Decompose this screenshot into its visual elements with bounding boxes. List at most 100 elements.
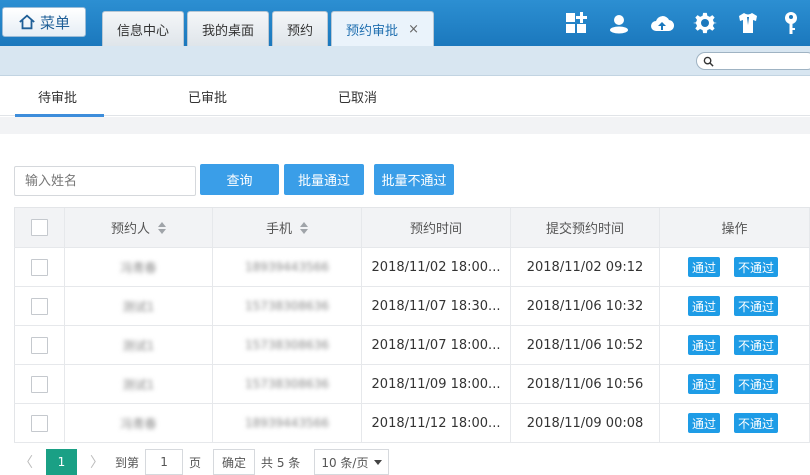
appointment-time: 2018/11/02 18:00... <box>362 248 511 286</box>
header-booker[interactable]: 预约人 <box>65 208 213 247</box>
phone-cell: 18939443566 <box>213 404 362 442</box>
pagination: 〈 1 〉 到第 1 页 确定 共 5 条 10 条/页 <box>14 449 390 475</box>
header-phone[interactable]: 手机 <box>213 208 362 247</box>
page-number-input[interactable]: 1 <box>145 449 184 475</box>
table-row: 冯青春 18939443566 2018/11/12 18:00... 2018… <box>14 404 810 443</box>
pass-button[interactable]: 通过 <box>688 374 721 394</box>
reject-button[interactable]: 不通过 <box>734 374 779 394</box>
actions-cell: 通过 不通过 <box>660 248 810 286</box>
phone-cell: 15738308636 <box>213 365 362 403</box>
menu-button[interactable]: 菜单 <box>2 7 86 37</box>
close-icon[interactable]: × <box>408 22 419 37</box>
page-size-select[interactable]: 10 条/页 <box>314 449 390 475</box>
actions-cell: 通过 不通过 <box>660 365 810 403</box>
next-page-icon[interactable]: 〉 <box>85 452 109 472</box>
batch-pass-button[interactable]: 批量通过 <box>284 164 364 195</box>
tab-appointment-approval[interactable]: 预约审批 × <box>331 11 434 46</box>
header-label: 手机 <box>265 222 292 237</box>
row-checkbox[interactable] <box>31 375 48 393</box>
header-label: 预约人 <box>110 222 150 237</box>
tool-icons <box>563 10 810 36</box>
global-search-input[interactable] <box>696 52 810 70</box>
phone-number: 15738308636 <box>245 299 329 313</box>
query-button[interactable]: 查询 <box>200 164 279 195</box>
page-unit-label: 页 <box>189 455 202 470</box>
table-row: 测试1 15738308636 2018/11/09 18:00... 2018… <box>14 365 810 404</box>
secondary-toolbar <box>0 46 810 76</box>
booker-name: 测试1 <box>122 338 155 353</box>
key-icon[interactable] <box>778 10 804 36</box>
tab-info-center[interactable]: 信息中心 <box>102 11 185 46</box>
tab-approved[interactable]: 已审批 <box>150 76 300 116</box>
tab-label: 预约审批 <box>346 23 399 39</box>
tab-cancelled[interactable]: 已取消 <box>300 76 450 116</box>
shirt-icon[interactable] <box>735 10 761 36</box>
tab-my-desktop[interactable]: 我的桌面 <box>187 11 270 46</box>
pass-button[interactable]: 通过 <box>688 413 721 433</box>
booker-name: 测试1 <box>122 299 155 314</box>
phone-number: 18939443566 <box>245 416 329 430</box>
approval-table: 预约人 手机 预约时间 提交预约时间 操作 冯青春 18939443566 20… <box>14 207 810 443</box>
actions-cell: 通过 不通过 <box>660 287 810 325</box>
user-icon[interactable] <box>606 10 632 36</box>
status-tabs: 待审批 已审批 已取消 <box>0 76 810 117</box>
phone-number: 15738308636 <box>245 377 329 391</box>
batch-reject-button[interactable]: 批量不通过 <box>374 164 454 195</box>
top-tabs: 信息中心 我的桌面 预约 预约审批 × <box>102 11 434 46</box>
tab-appointment[interactable]: 预约 <box>272 11 329 46</box>
total-count: 共 5 条 <box>261 455 301 470</box>
actions-cell: 通过 不通过 <box>660 404 810 442</box>
pass-button[interactable]: 通过 <box>688 257 721 277</box>
reject-button[interactable]: 不通过 <box>734 413 779 433</box>
table-row: 测试1 15738308636 2018/11/07 18:30... 2018… <box>14 287 810 326</box>
appointment-time: 2018/11/12 18:00... <box>362 404 511 442</box>
select-all-checkbox[interactable] <box>31 219 48 236</box>
tab-label: 待审批 <box>38 90 78 106</box>
row-checkbox[interactable] <box>31 297 48 315</box>
row-checkbox[interactable] <box>31 258 48 276</box>
cloud-upload-icon[interactable] <box>649 10 675 36</box>
name-search-input[interactable] <box>14 166 196 196</box>
reject-button[interactable]: 不通过 <box>734 296 779 316</box>
pass-button[interactable]: 通过 <box>688 296 721 316</box>
appointment-time: 2018/11/07 18:00... <box>362 326 511 364</box>
goto-confirm-button[interactable]: 确定 <box>213 449 256 475</box>
appointment-time: 2018/11/09 18:00... <box>362 365 511 403</box>
header-label: 提交预约时间 <box>545 222 624 237</box>
row-select-cell <box>14 404 65 442</box>
header-label: 预约时间 <box>409 222 462 237</box>
app-grid-icon[interactable] <box>563 10 589 36</box>
sort-icon[interactable] <box>300 221 308 234</box>
booker-cell: 测试1 <box>65 326 213 364</box>
chevron-down-icon <box>374 459 383 465</box>
table-row: 冯青春 18939443566 2018/11/02 18:00... 2018… <box>14 248 810 287</box>
prev-page-icon[interactable]: 〈 <box>14 452 38 472</box>
gear-icon[interactable] <box>692 10 718 36</box>
search-icon <box>703 56 714 67</box>
reject-button[interactable]: 不通过 <box>734 335 779 355</box>
phone-cell: 18939443566 <box>213 248 362 286</box>
booker-name: 测试1 <box>122 377 155 392</box>
booker-cell: 冯青春 <box>65 404 213 442</box>
booker-name: 冯青春 <box>120 416 157 431</box>
row-checkbox[interactable] <box>31 414 48 432</box>
row-select-cell <box>14 287 65 325</box>
reject-button[interactable]: 不通过 <box>734 257 779 277</box>
actions-cell: 通过 不通过 <box>660 326 810 364</box>
phone-cell: 15738308636 <box>213 287 362 325</box>
page-size-value: 10 条/页 <box>321 455 369 470</box>
row-select-cell <box>14 248 65 286</box>
booker-cell: 测试1 <box>65 365 213 403</box>
table-header: 预约人 手机 预约时间 提交预约时间 操作 <box>14 208 810 248</box>
sort-icon[interactable] <box>158 221 166 234</box>
pass-button[interactable]: 通过 <box>688 335 721 355</box>
submitted-time: 2018/11/06 10:32 <box>511 287 660 325</box>
header-submitted-time: 提交预约时间 <box>511 208 660 247</box>
submitted-time: 2018/11/06 10:52 <box>511 326 660 364</box>
phone-number: 15738308636 <box>245 338 329 352</box>
tab-pending[interactable]: 待审批 <box>0 76 150 117</box>
submitted-time: 2018/11/09 00:08 <box>511 404 660 442</box>
table-row: 测试1 15738308636 2018/11/07 18:00... 2018… <box>14 326 810 365</box>
row-checkbox[interactable] <box>31 336 48 354</box>
page-current[interactable]: 1 <box>46 449 77 475</box>
